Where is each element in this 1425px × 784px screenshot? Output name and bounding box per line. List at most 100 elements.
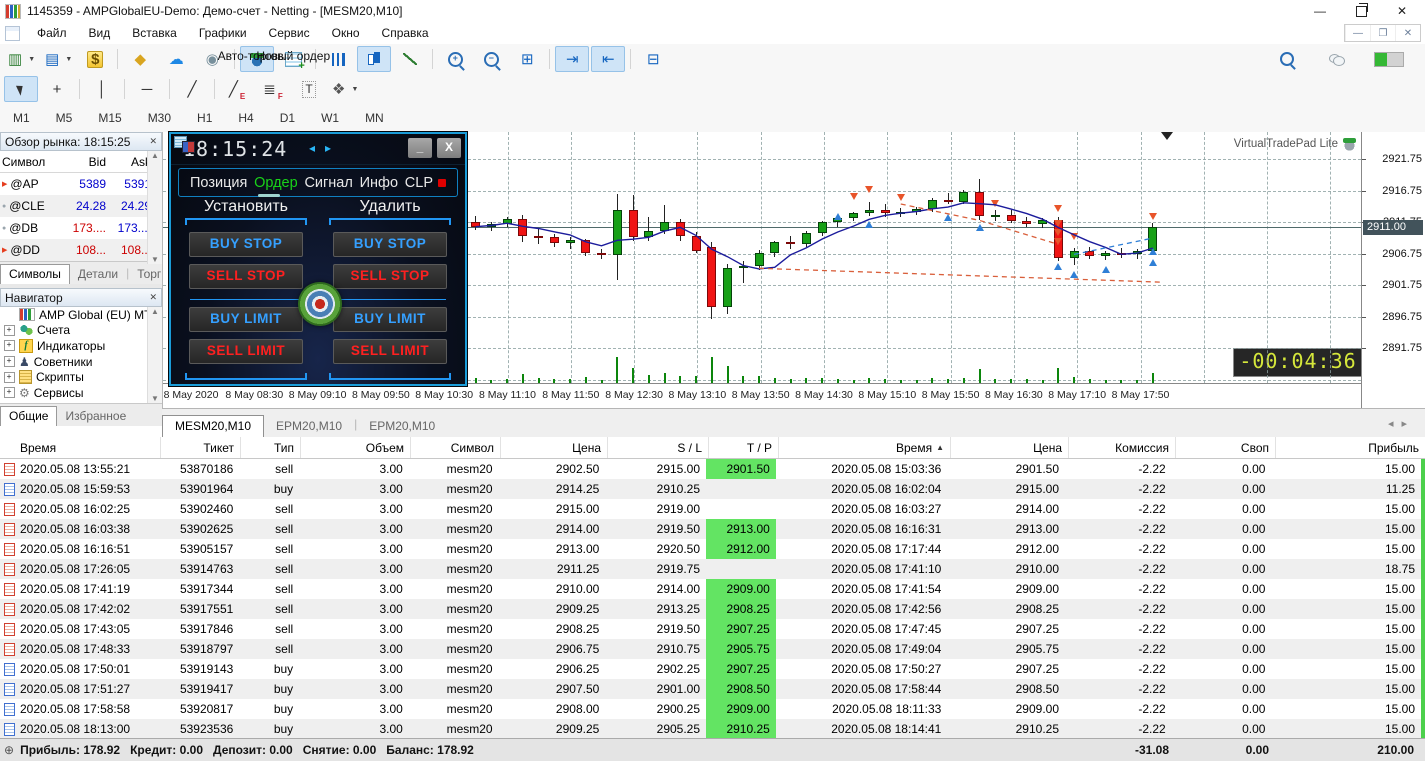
fibonacci-lines-button[interactable]: ≣ F: [256, 76, 290, 102]
timeframe-m30[interactable]: M30: [135, 107, 184, 129]
timeframe-d1[interactable]: D1: [267, 107, 308, 129]
history-row[interactable]: 2020.05.08 17:26:05 53914763 sell 3.00 mesm2…: [0, 559, 1425, 579]
timeframe-w1[interactable]: W1: [308, 107, 352, 129]
timeframe-mn[interactable]: MN: [352, 107, 397, 129]
vtp-brand-icon[interactable]: [1342, 137, 1357, 151]
child-close-button[interactable]: ✕: [1395, 25, 1420, 41]
line-mode-button[interactable]: [393, 46, 427, 72]
navigator-tab[interactable]: Общие: [0, 405, 58, 426]
expand-icon[interactable]: +: [3, 371, 15, 383]
vtp-nav-arrows[interactable]: ◂▸: [309, 141, 341, 155]
market-watch-tab[interactable]: Символы: [0, 264, 70, 284]
vtp-close-button[interactable]: X: [437, 138, 461, 158]
crosshair-button[interactable]: +: [40, 76, 74, 102]
child-restore-button[interactable]: ❐: [1370, 25, 1395, 41]
menu-item[interactable]: Сервис: [258, 22, 321, 44]
history-row[interactable]: 2020.05.08 17:58:58 53920817 buy 3.00 mesm20…: [0, 699, 1425, 719]
history-row[interactable]: 2020.05.08 17:41:19 53917344 sell 3.00 mesm2…: [0, 579, 1425, 599]
accounts-button[interactable]: $: [78, 46, 112, 72]
vtp-tab-clp[interactable]: CLP: [405, 175, 446, 191]
chart-tab[interactable]: EPM20,M10: [264, 416, 354, 438]
history-row[interactable]: 2020.05.08 16:03:38 53902625 sell 3.00 mesm2…: [0, 519, 1425, 539]
set-buy-stop-button[interactable]: BUY STOP: [189, 232, 303, 257]
expand-icon[interactable]: +: [3, 356, 15, 368]
menu-item[interactable]: Вид: [78, 22, 122, 44]
new-order-button[interactable]: Новый ордер: [256, 46, 330, 72]
zoom-in-button[interactable]: +: [438, 46, 472, 72]
tile-windows-button[interactable]: ⊞: [510, 46, 544, 72]
tab-scroll-arrows[interactable]: ◂▸: [1388, 417, 1415, 430]
restore-window-button[interactable]: [1355, 2, 1368, 17]
menu-item[interactable]: Вставка: [121, 22, 188, 44]
chart-shift-button[interactable]: ⇤: [591, 46, 626, 72]
navigator-item-root[interactable]: AMP Global (EU) MT5: [0, 307, 162, 323]
market-watch-row[interactable]: ● @CLE 24.28 24.29: [0, 195, 162, 217]
history-row[interactable]: 2020.05.08 16:02:25 53902460 sell 3.00 mesm2…: [0, 499, 1425, 519]
timeframe-m1[interactable]: M1: [0, 107, 43, 129]
close-window-button[interactable]: ✕: [1397, 5, 1407, 17]
navigator-item[interactable]: + Скрипты: [0, 369, 162, 385]
history-row[interactable]: 2020.05.08 17:51:27 53919417 buy 3.00 mesm20…: [0, 679, 1425, 699]
vtp-tab-сигнал[interactable]: Сигнал: [304, 175, 352, 191]
navigator-item[interactable]: + ♟ Советники: [0, 354, 162, 370]
candles-mode-button[interactable]: [357, 46, 392, 72]
text-label-button[interactable]: T: [292, 76, 326, 102]
history-row[interactable]: 2020.05.08 17:43:05 53917846 sell 3.00 mesm2…: [0, 619, 1425, 639]
new-chart-button[interactable]: ▥ ▼: [4, 46, 39, 72]
expand-icon[interactable]: +: [3, 387, 15, 399]
navigator-item[interactable]: + ⚙ Сервисы: [0, 385, 162, 401]
timeframe-h4[interactable]: H4: [225, 107, 266, 129]
menu-item[interactable]: Окно: [321, 22, 371, 44]
navigator-tab[interactable]: Избранное: [57, 407, 134, 426]
trend-line-button[interactable]: ╱: [175, 76, 209, 102]
set-sell-stop-button[interactable]: SELL STOP: [189, 264, 303, 289]
price-axis[interactable]: 2921.752916.752911.752906.752901.752896.…: [1361, 132, 1425, 408]
minimize-window-button[interactable]: —: [1314, 5, 1326, 17]
history-row[interactable]: 2020.05.08 17:48:33 53918797 sell 3.00 mesm2…: [0, 639, 1425, 659]
timeframe-h1[interactable]: H1: [184, 107, 225, 129]
delete-sell-limit-button[interactable]: SELL LIMIT: [333, 339, 447, 364]
scroll-down-icon[interactable]: ▼: [151, 255, 159, 264]
history-row[interactable]: 2020.05.08 16:16:51 53905157 sell 3.00 mesm2…: [0, 539, 1425, 559]
history-row[interactable]: 2020.05.08 15:59:53 53901964 buy 3.00 mesm20…: [0, 479, 1425, 499]
zoom-out-button[interactable]: −: [474, 46, 508, 72]
vtp-title-bar[interactable]: 18:15:24 ◂▸ _ X: [171, 134, 465, 165]
vertical-line-button[interactable]: │: [85, 76, 119, 102]
menu-item[interactable]: Файл: [26, 22, 78, 44]
scroll-up-icon[interactable]: ▲: [151, 151, 159, 160]
expand-icon[interactable]: +: [3, 340, 15, 352]
market-watch-scrollbar[interactable]: ▲ ▼: [147, 151, 162, 264]
ea-window-button[interactable]: ⊟: [636, 46, 670, 72]
child-minimize-button[interactable]: —: [1345, 25, 1370, 41]
vtp-tab-позиция[interactable]: Позиция: [190, 175, 247, 191]
set-sell-limit-button[interactable]: SELL LIMIT: [189, 339, 303, 364]
navigator-close-icon[interactable]: ✕: [149, 292, 157, 303]
history-row[interactable]: 2020.05.08 17:50:01 53919143 buy 3.00 mesm20…: [0, 659, 1425, 679]
search-button[interactable]: [1270, 46, 1304, 72]
time-axis[interactable]: 8 May 2020 8 May 08:30 8 May 09:10 8 May 09…: [163, 384, 1361, 408]
connection-status-button[interactable]: [1370, 46, 1408, 72]
auto-scroll-button[interactable]: ⇥: [555, 46, 590, 72]
equidistant-channel-button[interactable]: ╱ E: [220, 76, 254, 102]
graphic-objects-button[interactable]: ❖ ▼: [328, 76, 362, 102]
chart-tab[interactable]: MESM20,M10: [162, 415, 265, 438]
vtp-tab-ордер[interactable]: Ордер: [254, 175, 298, 197]
market-watch-tab[interactable]: Детали: [70, 265, 126, 284]
expand-icon[interactable]: +: [3, 324, 15, 336]
menu-item[interactable]: Справка: [371, 22, 440, 44]
set-buy-limit-button[interactable]: BUY LIMIT: [189, 307, 303, 332]
vtp-tab-инфо[interactable]: Инфо: [360, 175, 398, 191]
market-watch-row[interactable]: ● @DB 173.... 173....: [0, 217, 162, 239]
history-row[interactable]: 2020.05.08 17:42:02 53917551 sell 3.00 mesm2…: [0, 599, 1425, 619]
cursor-button[interactable]: [4, 76, 38, 102]
delete-buy-limit-button[interactable]: BUY LIMIT: [333, 307, 447, 332]
vtp-minimize-button[interactable]: _: [408, 138, 432, 158]
chart-profiles-button[interactable]: ▤ ▼: [41, 46, 76, 72]
scroll-up-icon[interactable]: ▲: [151, 307, 159, 316]
quotes-button[interactable]: ◆: [123, 46, 157, 72]
market-watch-close-icon[interactable]: ✕: [149, 136, 157, 147]
history-row[interactable]: 2020.05.08 13:55:21 53870186 sell 3.00 mesm2…: [0, 459, 1425, 479]
delete-buy-stop-button[interactable]: BUY STOP: [333, 232, 447, 257]
navigator-item[interactable]: + f Индикаторы: [0, 338, 162, 354]
timeframe-m5[interactable]: M5: [43, 107, 86, 129]
